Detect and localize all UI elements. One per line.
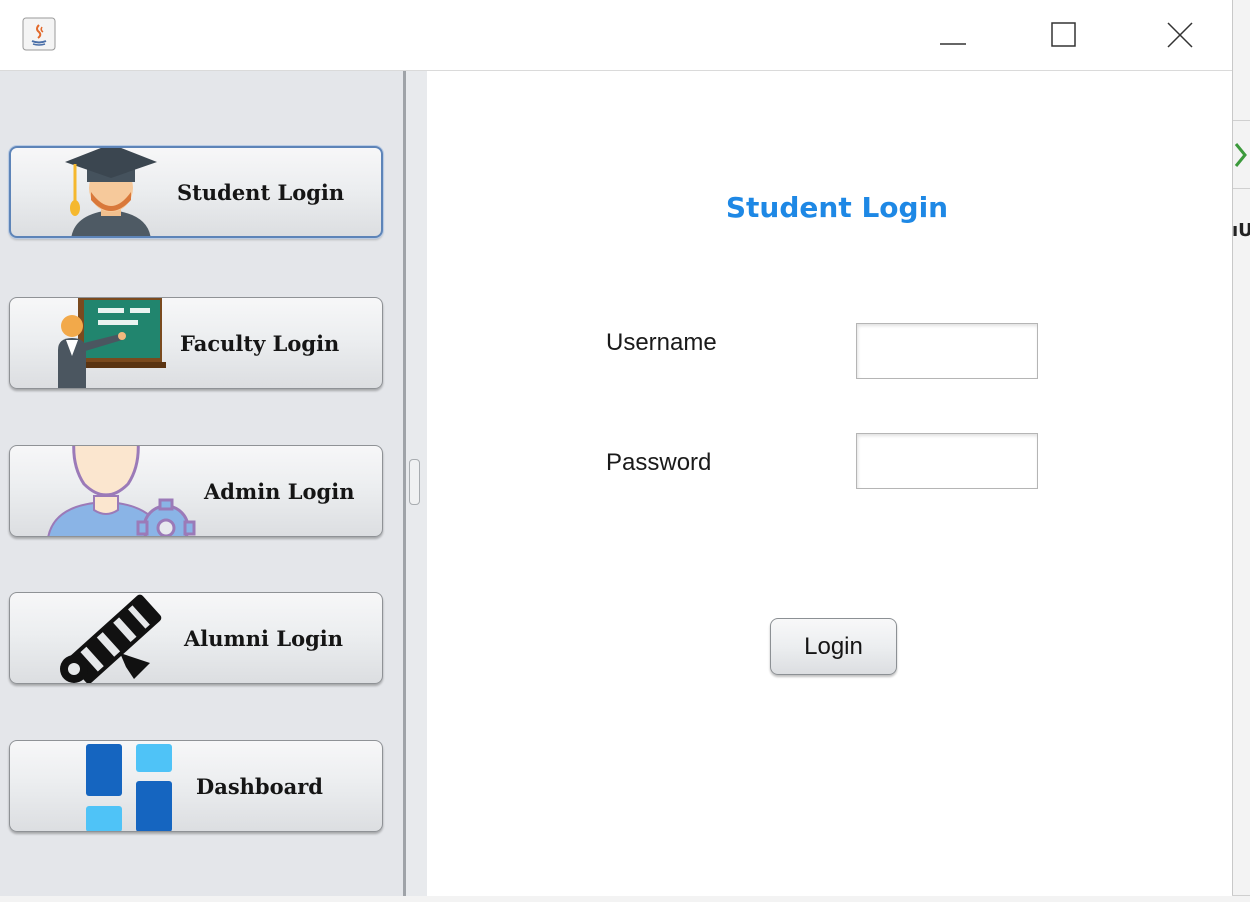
faculty-login-label: Faculty Login [180,330,340,356]
background-application: ıU [1232,0,1250,901]
username-input[interactable] [856,323,1038,379]
student-login-panel: Student Login Username Password Login [427,71,1232,896]
close-icon [1167,22,1193,48]
password-input[interactable] [856,433,1038,489]
close-button[interactable] [1152,10,1208,60]
student-login-button[interactable]: Student Login [9,146,383,238]
graduate-icon [65,148,157,236]
teacher-blackboard-icon [58,298,166,388]
divider-grip-handle[interactable] [409,459,420,505]
login-window: Student Login Faculty Login Admin Login … [0,0,1233,896]
dashboard-tiles-icon [86,744,172,831]
form-title: Student Login [725,191,949,224]
java-app-icon [22,17,56,51]
admin-login-button[interactable]: Admin Login [9,445,383,537]
background-text-fragment: ıU [1232,220,1250,241]
login-button[interactable]: Login [770,618,897,675]
alumni-login-button[interactable]: Alumni Login [9,592,383,684]
sidebar: Student Login Faculty Login Admin Login … [0,71,403,896]
background-divider [1232,188,1250,189]
window-content: Student Login Faculty Login Admin Login … [0,70,1232,896]
title-bar [0,0,1232,70]
admin-login-label: Admin Login [204,478,355,504]
diploma-scroll-icon [60,594,162,683]
background-divider [1232,120,1250,121]
password-label: Password [606,449,712,476]
minimize-icon [940,43,966,45]
maximize-icon [1051,22,1076,47]
username-label: Username [606,329,717,356]
dashboard-button[interactable]: Dashboard [9,740,383,832]
maximize-button[interactable] [1036,10,1092,60]
student-login-label: Student Login [177,179,345,205]
divider-line [403,71,406,896]
faculty-login-button[interactable]: Faculty Login [9,297,383,389]
minimize-button[interactable] [925,10,981,60]
admin-user-gear-icon [47,446,196,536]
background-arrow-icon [1234,143,1247,167]
split-pane-divider[interactable] [403,71,427,896]
alumni-login-label: Alumni Login [184,625,344,651]
dashboard-label: Dashboard [196,773,323,799]
